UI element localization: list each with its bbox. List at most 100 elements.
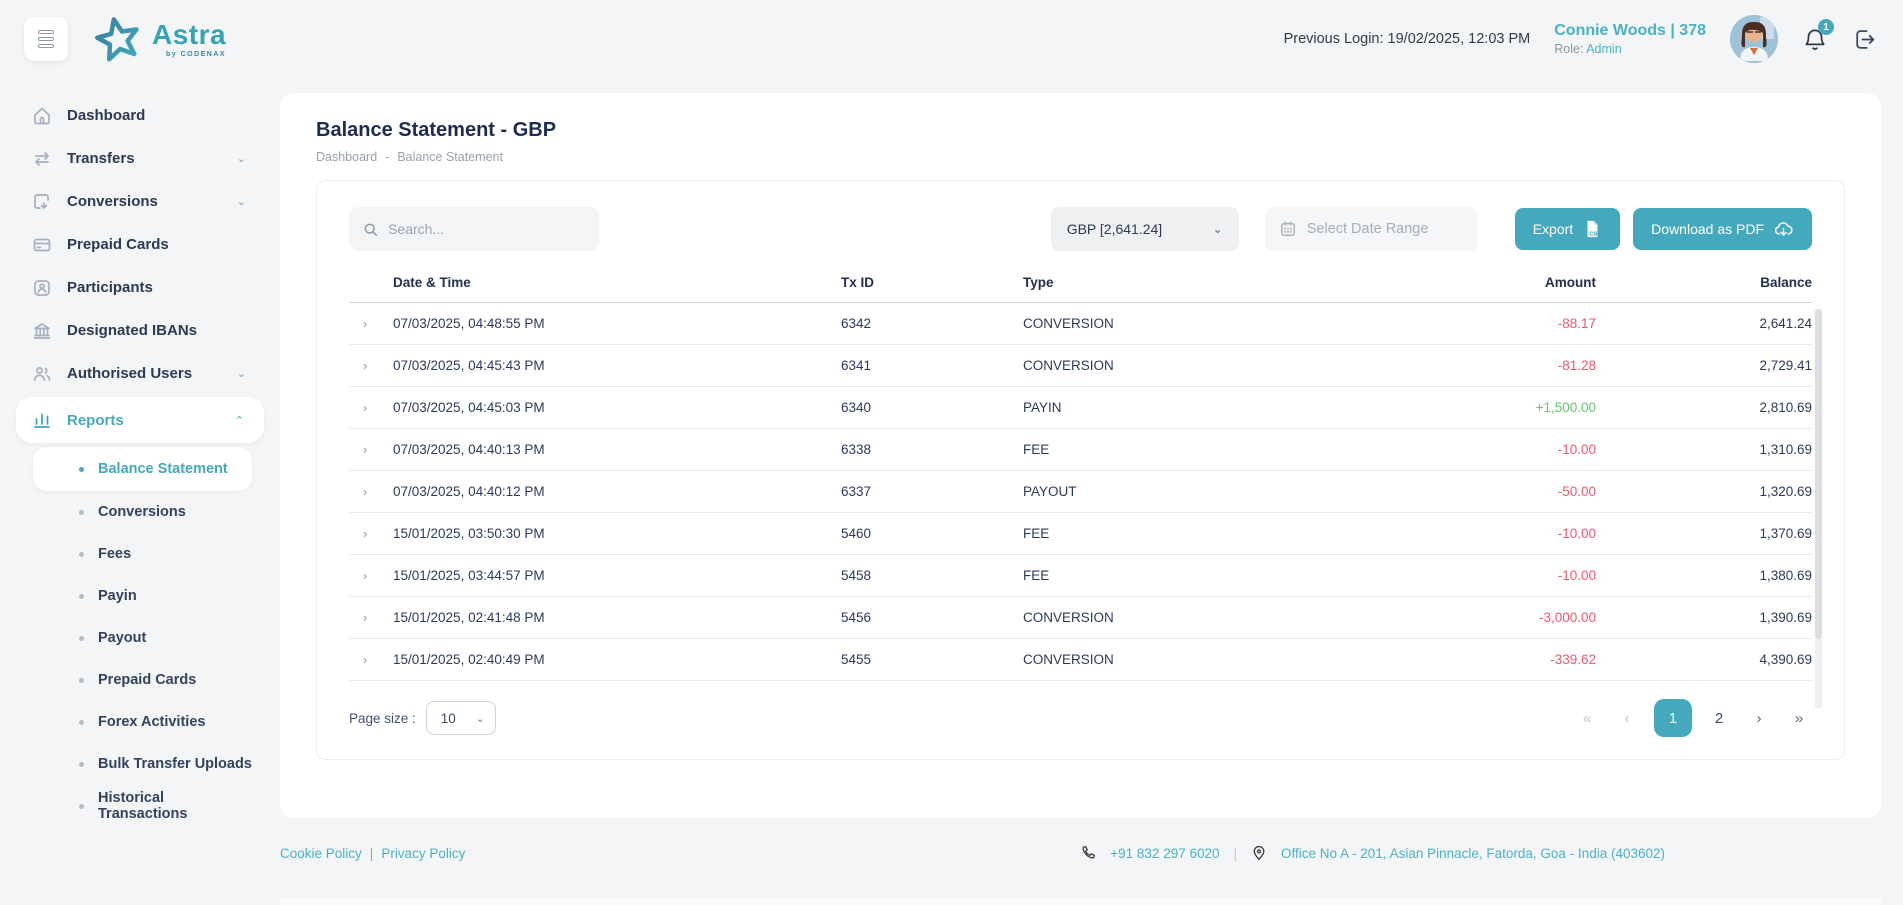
- cookie-policy-link[interactable]: Cookie Policy: [280, 846, 362, 861]
- avatar[interactable]: [1730, 15, 1778, 63]
- star-logo-icon: [92, 13, 144, 65]
- sidebar-subitem[interactable]: Fees: [33, 533, 252, 575]
- table-row: › 15/01/2025, 02:40:49 PM 5455 CONVERSIO…: [349, 639, 1812, 681]
- sidebar: Dashboard Transfers ⌄ Conversions ⌄ Prep…: [0, 78, 280, 905]
- page-2-button[interactable]: 2: [1706, 710, 1732, 727]
- cell-type: FEE: [1023, 442, 1395, 457]
- cell-date-time: 15/01/2025, 03:44:57 PM: [393, 568, 841, 583]
- search-input[interactable]: [388, 221, 585, 237]
- sidebar-item-conversions[interactable]: Conversions ⌄: [0, 180, 280, 223]
- row-expand-icon[interactable]: ›: [349, 316, 393, 331]
- cloud-download-icon: [1773, 219, 1794, 240]
- sidebar-item-prepaid-cards[interactable]: Prepaid Cards: [0, 223, 280, 266]
- bar-chart-icon: [32, 410, 52, 430]
- cell-balance: 1,390.69: [1596, 610, 1812, 625]
- footer-phone[interactable]: +91 832 297 6020: [1110, 846, 1219, 861]
- row-expand-icon[interactable]: ›: [349, 442, 393, 457]
- page-size-select[interactable]: 10 ⌄: [426, 701, 496, 735]
- user-info[interactable]: Connie Woods | 378 Role: Admin: [1554, 20, 1706, 58]
- sidebar-subitem[interactable]: Prepaid Cards: [33, 659, 252, 701]
- cell-date-time: 15/01/2025, 02:40:49 PM: [393, 652, 841, 667]
- bullet-icon: [79, 678, 84, 683]
- table-scrollbar[interactable]: [1815, 309, 1822, 709]
- person-icon: [32, 278, 52, 298]
- first-page-button[interactable]: «: [1574, 710, 1600, 727]
- bullet-icon: [79, 720, 84, 725]
- cell-amount: -339.62: [1395, 652, 1596, 667]
- sidebar-subitem[interactable]: Bulk Transfer Uploads: [33, 743, 252, 785]
- cell-tx-id: 6341: [841, 358, 1023, 373]
- row-expand-icon[interactable]: ›: [349, 400, 393, 415]
- cell-amount: -10.00: [1395, 568, 1596, 583]
- location-pin-icon: [1251, 845, 1267, 861]
- balance-statement-table: Date & Time Tx ID Type Amount Balance › …: [349, 275, 1812, 681]
- cell-type: CONVERSION: [1023, 316, 1395, 331]
- col-balance: Balance: [1596, 275, 1812, 290]
- table-header-row: Date & Time Tx ID Type Amount Balance: [349, 275, 1812, 303]
- currency-select[interactable]: GBP [2,641.24] ⌄: [1051, 207, 1239, 251]
- next-page-button[interactable]: ›: [1746, 710, 1772, 727]
- sidebar-item-authorised-users[interactable]: Authorised Users ⌄: [0, 352, 280, 395]
- row-expand-icon[interactable]: ›: [349, 652, 393, 667]
- breadcrumb-dashboard[interactable]: Dashboard: [316, 150, 377, 164]
- sidebar-item-participants[interactable]: Participants: [0, 266, 280, 309]
- breadcrumb: Dashboard - Balance Statement: [316, 150, 1845, 164]
- page-1-button[interactable]: 1: [1654, 699, 1692, 737]
- table-row: › 07/03/2025, 04:45:03 PM 6340 PAYIN +1,…: [349, 387, 1812, 429]
- row-expand-icon[interactable]: ›: [349, 358, 393, 373]
- row-expand-icon[interactable]: ›: [349, 526, 393, 541]
- sidebar-subitem[interactable]: Payin: [33, 575, 252, 617]
- sidebar-subitem[interactable]: Balance Statement: [33, 447, 252, 491]
- breadcrumb-separator: -: [385, 150, 389, 164]
- cell-tx-id: 5460: [841, 526, 1023, 541]
- download-pdf-button[interactable]: Download as PDF: [1633, 208, 1812, 250]
- sidebar-item-designated-ibans[interactable]: Designated IBANs: [0, 309, 280, 352]
- sidebar-subitem[interactable]: Forex Activities: [33, 701, 252, 743]
- search-box[interactable]: [349, 207, 599, 251]
- cell-balance: 2,641.24: [1596, 316, 1812, 331]
- prev-page-button[interactable]: ‹: [1614, 710, 1640, 727]
- logout-button[interactable]: [1852, 27, 1877, 52]
- page-footer: Cookie Policy | Privacy Policy +91 832 2…: [280, 845, 1881, 861]
- sidebar-item-dashboard[interactable]: Dashboard: [0, 94, 280, 137]
- date-range-picker[interactable]: Select Date Range: [1265, 207, 1477, 251]
- menu-toggle-button[interactable]: [24, 17, 68, 61]
- scrollbar-thumb[interactable]: [1815, 309, 1822, 639]
- cell-balance: 2,729.41: [1596, 358, 1812, 373]
- reports-submenu: Balance Statement Conversions Fees Payin: [0, 447, 280, 827]
- brand-logo[interactable]: Astra by CODENAX: [92, 13, 226, 65]
- toolbar: GBP [2,641.24] ⌄ Select Date Range: [349, 207, 1812, 251]
- sidebar-item-reports[interactable]: Reports ⌃: [16, 397, 264, 443]
- bullet-icon: [79, 510, 84, 515]
- sidebar-subitem[interactable]: Historical Transactions: [33, 785, 252, 827]
- sidebar-subitem[interactable]: Payout: [33, 617, 252, 659]
- brand-name: Astra: [152, 21, 226, 49]
- footer-address[interactable]: Office No A - 201, Asian Pinnacle, Fator…: [1281, 846, 1665, 861]
- privacy-policy-link[interactable]: Privacy Policy: [381, 846, 465, 861]
- cell-amount: -10.00: [1395, 442, 1596, 457]
- sidebar-item-transfers[interactable]: Transfers ⌄: [0, 137, 280, 180]
- row-expand-icon[interactable]: ›: [349, 484, 393, 499]
- cell-amount: -10.00: [1395, 526, 1596, 541]
- cell-balance: 1,320.69: [1596, 484, 1812, 499]
- col-tx-id: Tx ID: [841, 275, 1023, 290]
- users-icon: [32, 364, 52, 384]
- cell-balance: 1,370.69: [1596, 526, 1812, 541]
- notifications-button[interactable]: 1: [1802, 26, 1828, 52]
- chevron-down-icon: ⌄: [237, 367, 246, 380]
- row-expand-icon[interactable]: ›: [349, 568, 393, 583]
- bullet-icon: [79, 467, 84, 472]
- row-expand-icon[interactable]: ›: [349, 610, 393, 625]
- cell-amount: -3,000.00: [1395, 610, 1596, 625]
- col-type: Type: [1023, 275, 1395, 290]
- phone-icon: [1080, 845, 1096, 861]
- cell-type: CONVERSION: [1023, 652, 1395, 667]
- sidebar-subitem[interactable]: Conversions: [33, 491, 252, 533]
- table-row: › 07/03/2025, 04:40:13 PM 6338 FEE -10.0…: [349, 429, 1812, 471]
- cell-date-time: 15/01/2025, 03:50:30 PM: [393, 526, 841, 541]
- bullet-icon: [79, 804, 84, 809]
- previous-login-text: Previous Login: 19/02/2025, 12:03 PM: [1284, 31, 1531, 47]
- export-button[interactable]: Export CSV: [1515, 208, 1620, 250]
- bank-icon: [32, 321, 52, 341]
- last-page-button[interactable]: »: [1786, 710, 1812, 727]
